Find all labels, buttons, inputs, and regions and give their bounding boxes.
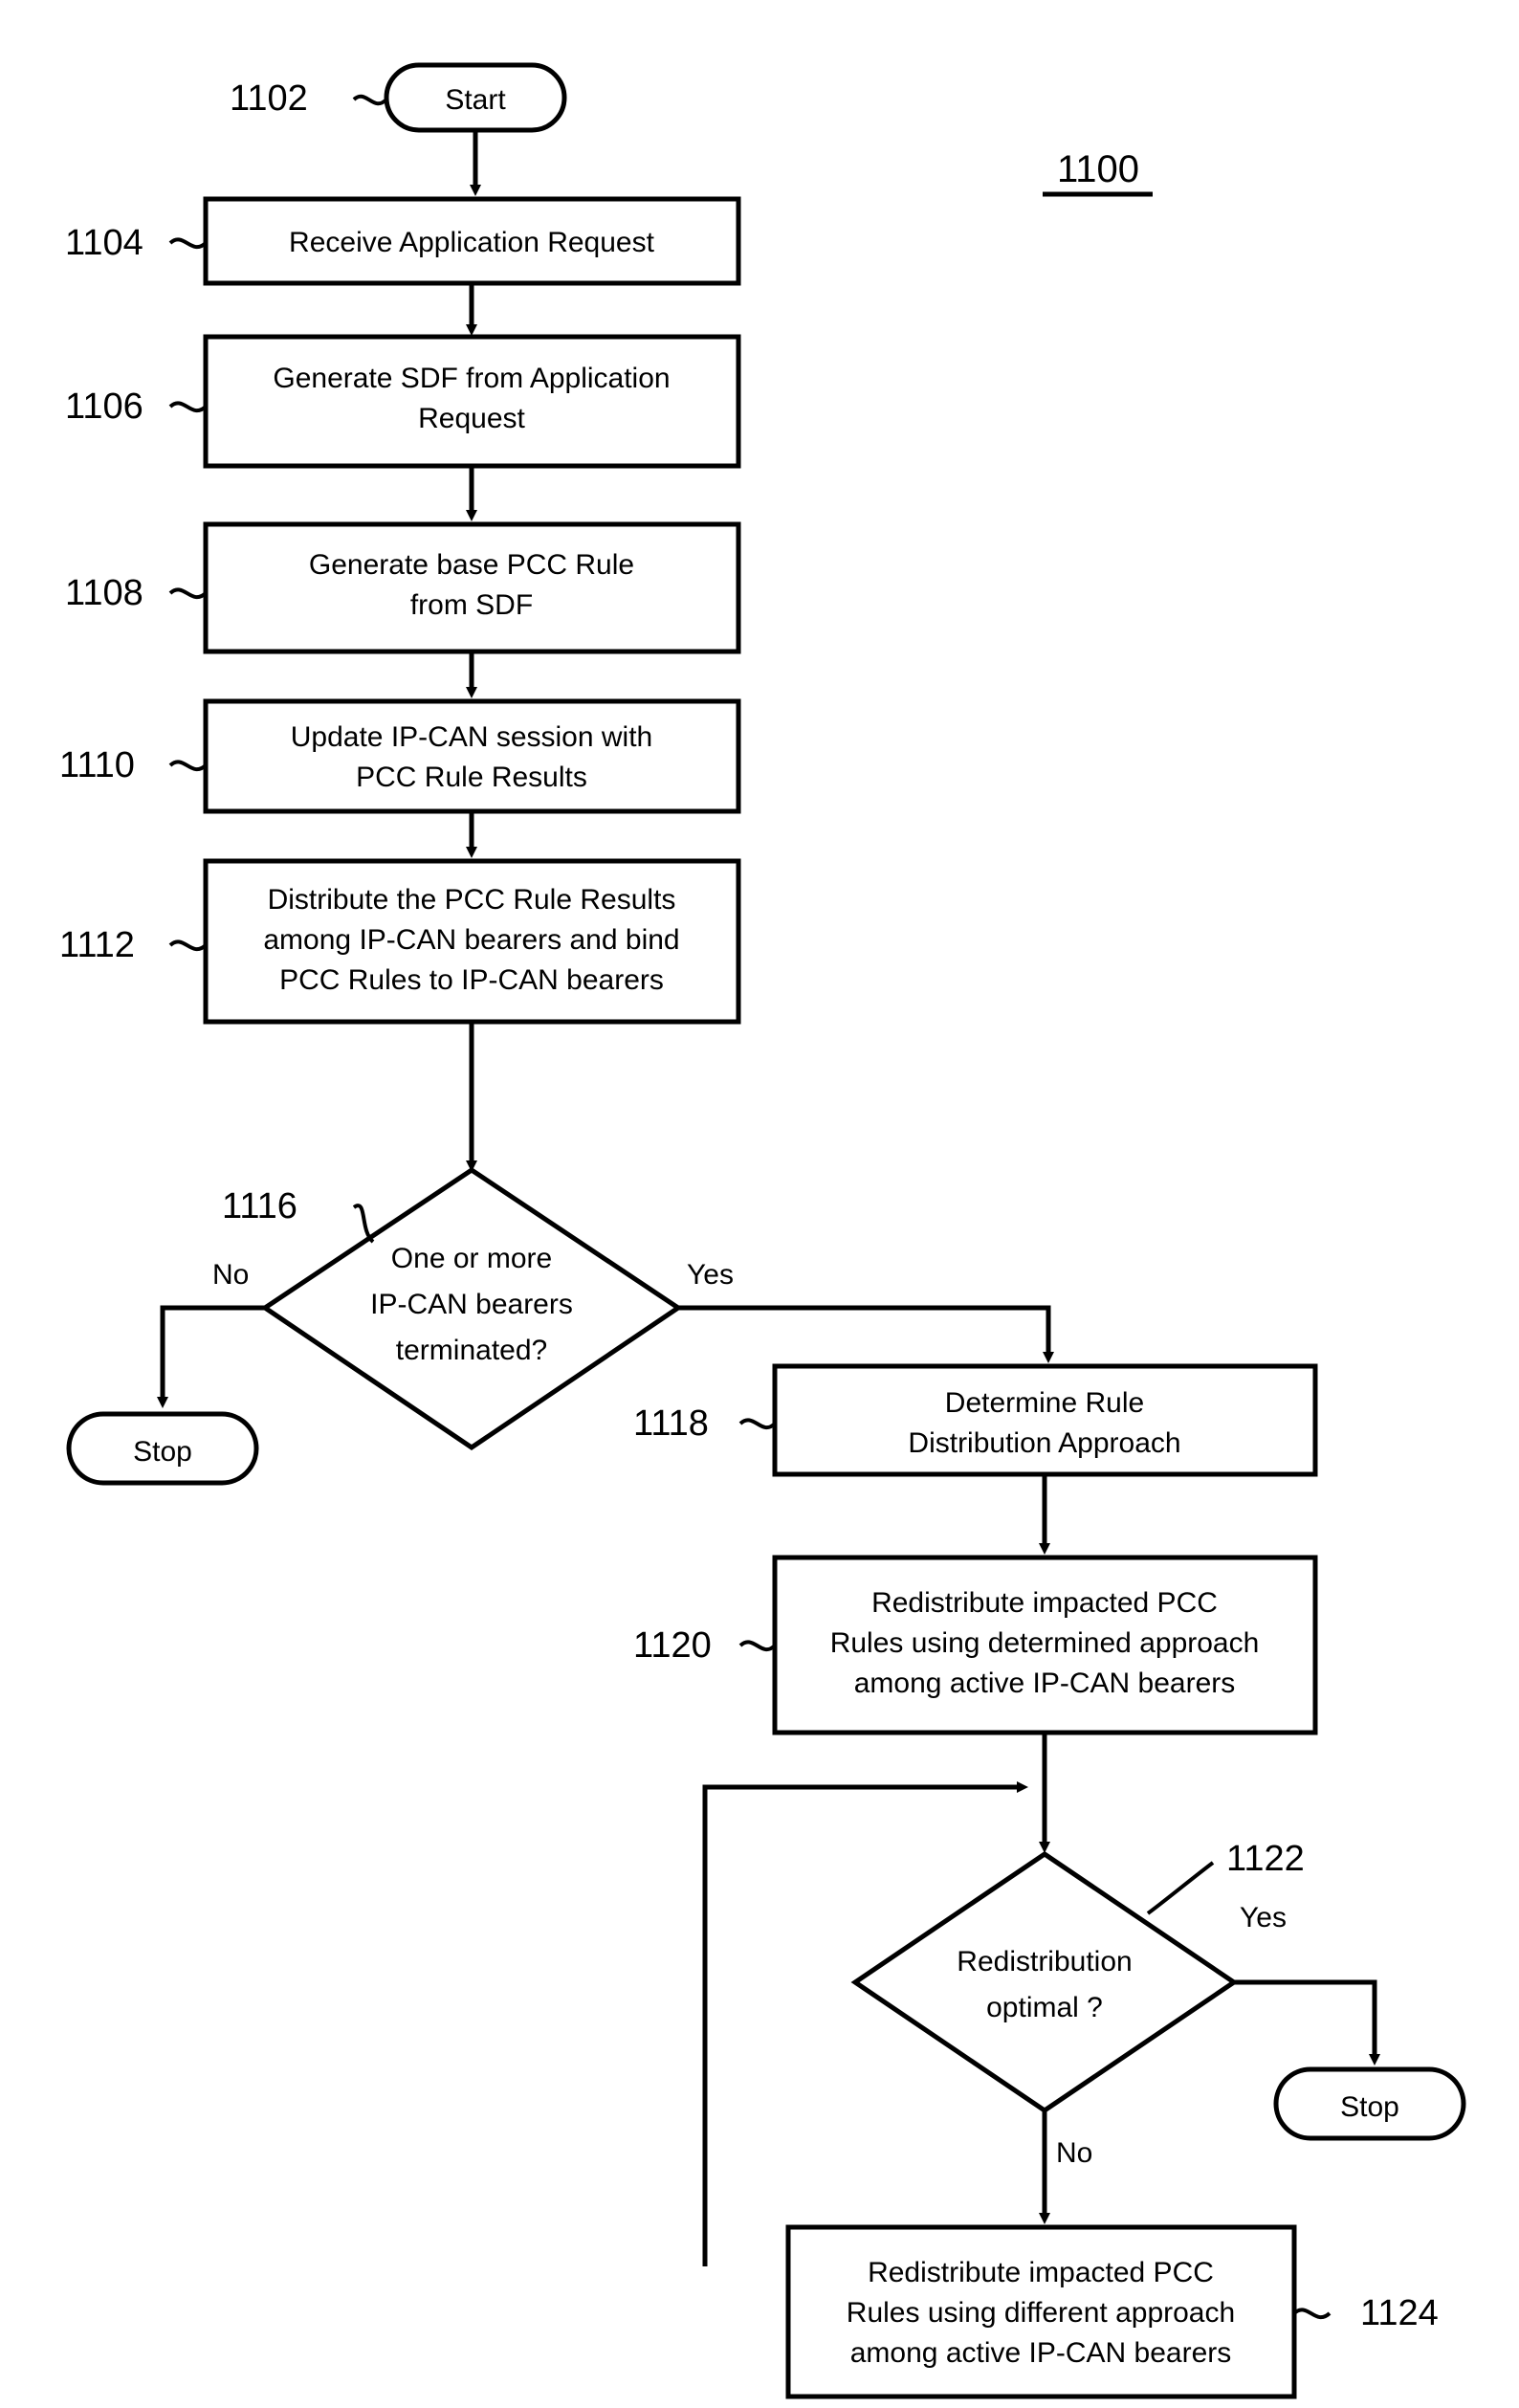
node-1108-shape — [203, 521, 741, 654]
figure-number: 1100 — [1043, 148, 1153, 197]
edge-1116-no-to-stop — [157, 1305, 265, 1408]
ref-1102-leader — [352, 94, 388, 106]
ref-1110-label: 1110 — [59, 745, 135, 785]
ref-1108-label: 1108 — [65, 573, 143, 613]
node-1112-line-2: among IP-CAN bearers and bind — [263, 924, 679, 956]
ref-1122-label: 1122 — [1226, 1839, 1305, 1879]
ref-1112-leader — [168, 939, 208, 952]
node-1120-line-2: Rules using determined approach — [830, 1627, 1260, 1659]
node-stop-1[interactable]: Stop — [66, 1411, 259, 1486]
stop-2-label: Stop — [1340, 2091, 1399, 2123]
node-1104[interactable]: Receive Application Request — [203, 196, 741, 286]
node-1118-line-1: Determine Rule — [945, 1387, 1144, 1419]
edge-label-1122-no: No — [1056, 2137, 1092, 2169]
ref-1118: 1118 — [633, 1403, 777, 1444]
node-1110-line-1: Update IP-CAN session with — [291, 721, 653, 753]
node-1108-line-1: Generate base PCC Rule — [309, 549, 634, 581]
ref-1120: 1120 — [633, 1625, 777, 1666]
node-1120[interactable]: Redistribute impacted PCC Rules using de… — [772, 1555, 1318, 1735]
ref-1118-label: 1118 — [633, 1403, 709, 1444]
node-1120-line-3: among active IP-CAN bearers — [854, 1668, 1236, 1699]
ref-1118-leader — [738, 1418, 777, 1430]
node-1110-line-2: PCC Rule Results — [356, 762, 587, 793]
ref-1120-label: 1120 — [633, 1625, 712, 1666]
node-1124-line-1: Redistribute impacted PCC — [868, 2257, 1214, 2288]
node-1112-line-3: PCC Rules to IP-CAN bearers — [279, 964, 664, 996]
edge-1116-yes-to-1118 — [678, 1305, 1054, 1363]
ref-1102: 1102 — [230, 78, 388, 119]
ref-1112: 1112 — [59, 925, 208, 965]
edge-1122-yes-to-stop — [1234, 1979, 1380, 2066]
node-1108[interactable]: Generate base PCC Rule from SDF — [203, 521, 741, 654]
node-1106-line-1: Generate SDF from Application — [273, 363, 670, 394]
node-1122-line-2: optimal ? — [986, 1992, 1103, 2023]
ref-1120-leader — [738, 1640, 777, 1652]
node-1116-line-1: One or more — [391, 1243, 552, 1274]
ref-1116-leader — [352, 1204, 375, 1244]
ref-1122-leader — [1146, 1861, 1215, 1915]
edge-label-1116-no: No — [212, 1259, 249, 1291]
node-1116[interactable]: One or more IP-CAN bearers terminated? — [260, 1166, 683, 1451]
ref-1110-leader — [168, 760, 208, 772]
edge-label-1122-yes: Yes — [1240, 1902, 1287, 1933]
node-stop-2[interactable]: Stop — [1273, 2066, 1466, 2141]
ref-1106: 1106 — [65, 387, 208, 427]
figure-number-label: 1100 — [1057, 148, 1139, 190]
node-1112[interactable]: Distribute the PCC Rule Results among IP… — [203, 858, 741, 1025]
node-1106-line-2: Request — [418, 403, 525, 434]
ref-1116: 1116 — [222, 1186, 375, 1244]
node-1112-line-1: Distribute the PCC Rule Results — [268, 884, 676, 916]
stop-1-label: Stop — [133, 1436, 192, 1468]
ref-1116-label: 1116 — [222, 1186, 297, 1226]
ref-1124-label: 1124 — [1360, 2293, 1439, 2333]
ref-1104-label: 1104 — [65, 223, 143, 263]
node-1108-line-2: from SDF — [410, 589, 533, 621]
ref-1104: 1104 — [65, 223, 208, 263]
ref-1110: 1110 — [59, 745, 208, 785]
node-1122-line-1: Redistribution — [957, 1946, 1132, 1977]
ref-1102-label: 1102 — [230, 78, 308, 119]
node-1104-line-1: Receive Application Request — [289, 227, 655, 258]
ref-1112-label: 1112 — [59, 925, 135, 965]
ref-1106-leader — [168, 401, 208, 413]
node-1118[interactable]: Determine Rule Distribution Approach — [772, 1363, 1318, 1477]
start-label: Start — [445, 84, 506, 116]
edge-label-1116-yes: Yes — [687, 1259, 734, 1291]
node-1110[interactable]: Update IP-CAN session with PCC Rule Resu… — [203, 698, 741, 814]
node-1124-line-3: among active IP-CAN bearers — [850, 2337, 1232, 2369]
flowchart-canvas: 1100 Start 1102 Receive Application Requ… — [59, 62, 1466, 2399]
ref-1108-leader — [168, 587, 208, 600]
ref-1104-leader — [168, 237, 208, 250]
ref-1106-label: 1106 — [65, 387, 143, 427]
node-1116-line-3: terminated? — [396, 1335, 547, 1366]
node-1124-line-2: Rules using different approach — [847, 2297, 1235, 2329]
ref-1124-leader — [1292, 2308, 1332, 2320]
node-1106-shape — [203, 334, 741, 469]
ref-1124: 1124 — [1292, 2293, 1439, 2333]
ref-1108: 1108 — [65, 573, 208, 613]
node-1118-line-2: Distribution Approach — [908, 1427, 1180, 1459]
node-1106[interactable]: Generate SDF from Application Request — [203, 334, 741, 469]
node-1124[interactable]: Redistribute impacted PCC Rules using di… — [785, 2224, 1297, 2399]
flowchart-figure: 1100 Start 1102 Receive Application Requ… — [0, 0, 1519, 2408]
node-1116-line-2: IP-CAN bearers — [370, 1289, 573, 1320]
node-start[interactable]: Start — [384, 62, 567, 133]
node-1110-shape — [203, 698, 741, 814]
node-1120-line-1: Redistribute impacted PCC — [871, 1587, 1218, 1619]
